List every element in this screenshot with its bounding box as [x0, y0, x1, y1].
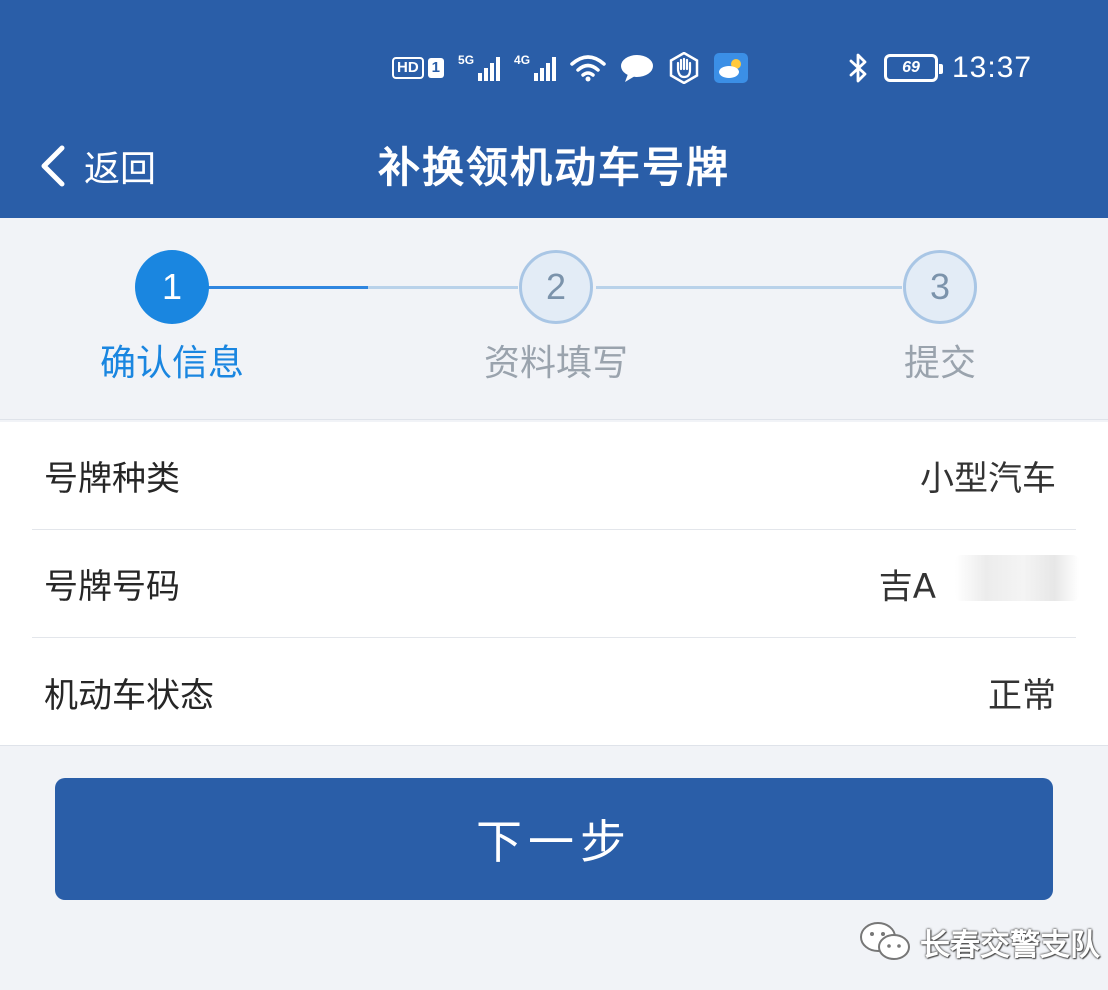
page-title: 补换领机动车号牌 [377, 143, 730, 192]
status-time: 13:37 [952, 51, 1033, 84]
step-2-badge: 2 [519, 250, 593, 324]
signal-4g-icon: 4G [514, 53, 557, 81]
bluetooth-icon [849, 53, 867, 83]
hand-icon [669, 52, 699, 84]
plate-number-value: 吉A [878, 567, 936, 607]
signal-5g-icon: 5G [458, 53, 501, 81]
wifi-icon [570, 55, 606, 82]
next-step-button[interactable]: 下一步 [55, 778, 1053, 900]
step-track-pending [596, 286, 902, 289]
step-1-label: 确认信息 [99, 343, 244, 384]
step-1-badge: 1 [135, 250, 209, 324]
vehicle-status-label: 机动车状态 [44, 675, 214, 716]
step-3-label: 提交 [903, 343, 976, 384]
hd-label: HD [392, 57, 424, 79]
vehicle-info-card: 号牌种类 小型汽车 号牌号码 吉A 机动车状态 正常 [0, 422, 1108, 746]
step-track-completed [208, 286, 368, 289]
plate-type-label: 号牌种类 [44, 459, 180, 499]
plate-number-row: 号牌号码 吉A [32, 530, 1079, 638]
plate-number-label: 号牌号码 [44, 567, 180, 607]
battery-icon: 69 [884, 54, 943, 82]
status-bar-right-icons: 69 13:37 [848, 50, 1032, 86]
redaction-blur [954, 555, 1079, 601]
top-bar: HD 1 5G 4G 69 13:37 返回 补换领机动车号牌 [0, 0, 1108, 218]
signal-4g-label: 4G [514, 53, 531, 67]
plate-type-value: 小型汽车 [920, 459, 1056, 499]
progress-stepper: 1 2 3 确认信息 资料填写 提交 [0, 218, 1108, 420]
vehicle-status-row: 机动车状态 正常 [32, 638, 1076, 746]
watermark: 长春交警支队 [858, 918, 1100, 966]
watermark-text: 长春交警支队 [920, 928, 1100, 963]
signal-5g-label: 5G [458, 53, 475, 67]
hd-icon: HD 1 [392, 57, 445, 79]
status-bar-left-icons: HD 1 5G 4G [392, 52, 749, 84]
sim-slot-label: 1 [427, 58, 445, 78]
wechat-icon [860, 922, 910, 960]
chat-icon [621, 55, 654, 82]
plate-number-value-wrap: 吉A [878, 555, 1079, 608]
step-2-label: 资料填写 [483, 343, 628, 384]
plate-type-row: 号牌种类 小型汽车 [32, 422, 1076, 530]
step-track-pending [368, 286, 518, 289]
vehicle-status-value: 正常 [988, 675, 1056, 716]
weather-icon [714, 53, 749, 83]
battery-level: 69 [902, 59, 920, 76]
step-3-badge: 3 [903, 250, 977, 324]
